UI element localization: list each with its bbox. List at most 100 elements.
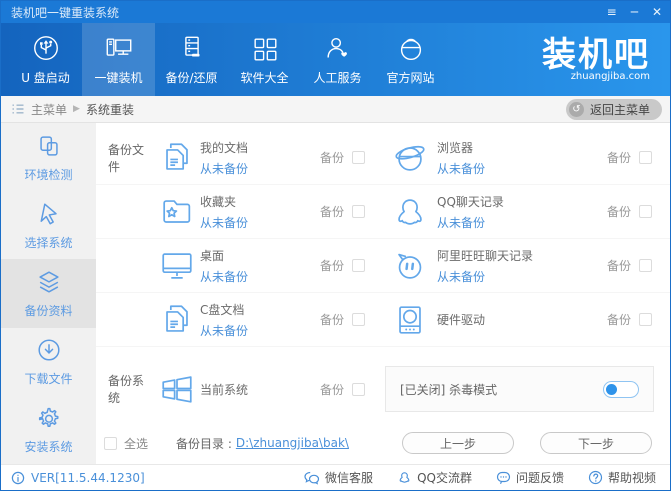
backup-cell-my-documents: 备份文件 我的文档 从未备份 备份 [96, 131, 383, 185]
qq-group-icon [397, 470, 412, 485]
backup-checkbox[interactable] [352, 382, 365, 396]
sidebar-item-install-system[interactable]: 安装系统 [1, 396, 96, 464]
qq-group-link[interactable]: QQ交流群 [397, 469, 472, 486]
windows-icon [154, 370, 200, 408]
backup-status-link[interactable]: 从未备份 [437, 160, 607, 177]
sidebar-label: 下载文件 [24, 372, 73, 387]
header-nav: U 盘启动 一键装机 备份/还原 软件大全 人工服务 官方网站 装机吧 zhua… [1, 23, 670, 96]
sidebar-item-backup-data[interactable]: 备份资料 [1, 259, 96, 328]
backup-label: 备份 [319, 259, 344, 273]
backup-checkbox[interactable] [352, 151, 365, 164]
backup-dir-label: 备份目录 : [176, 436, 232, 451]
breadcrumb: 主菜单 ▶ 系统重装 ↺ 返回主菜单 [1, 96, 670, 123]
nav-item-website[interactable]: 官方网站 [374, 23, 447, 96]
backup-checkbox[interactable] [639, 151, 652, 164]
item-name: 收藏夹 [200, 194, 237, 209]
statusbar: VER[11.5.44.1230] 微信客服 QQ交流群 问题反馈 帮助视频 [1, 464, 670, 490]
nav-item-one-click-install[interactable]: 一键装机 [82, 23, 155, 96]
qq-icon [383, 193, 437, 231]
backup-status-link[interactable]: 从未备份 [437, 268, 607, 285]
nav-label: 官方网站 [386, 70, 435, 85]
nav-item-backup-restore[interactable]: 备份/还原 [155, 23, 228, 96]
body: 环境检测 选择系统 备份资料 下载文件 安装系统 备份文件 我的文档 从未备份 … [1, 123, 670, 464]
hardware-drive-icon [383, 301, 437, 339]
sidebar: 环境检测 选择系统 备份资料 下载文件 安装系统 [1, 123, 96, 464]
backup-checkbox[interactable] [352, 313, 365, 326]
version-text: VER[11.5.44.1230] [31, 470, 145, 485]
info-icon [11, 471, 25, 485]
sidebar-item-download-files[interactable]: 下载文件 [1, 328, 96, 396]
select-system-icon [35, 200, 63, 228]
item-name: 我的文档 [200, 140, 249, 155]
help-icon [588, 470, 603, 485]
sidebar-item-select-system[interactable]: 选择系统 [1, 191, 96, 259]
desktop-monitor-icon [154, 247, 200, 285]
backup-checkbox[interactable] [639, 313, 652, 326]
antivirus-toggle[interactable] [603, 380, 639, 398]
select-all-checkbox[interactable] [104, 436, 117, 450]
backup-cell-desktop: 桌面 从未备份 备份 [96, 239, 383, 293]
backup-label: 备份 [319, 205, 344, 219]
footer-link-label: 帮助视频 [607, 471, 656, 485]
brand-text: 装机吧 [542, 35, 650, 75]
menu-icon[interactable]: ≡ [607, 5, 617, 19]
minimize-icon[interactable]: ─ [631, 5, 638, 19]
backup-checkbox[interactable] [352, 205, 365, 218]
wechat-support-link[interactable]: 微信客服 [304, 469, 373, 486]
feedback-link[interactable]: 问题反馈 [496, 469, 564, 486]
backup-row: 桌面 从未备份 备份 阿里旺旺聊天记录 从未备份 备份 [96, 239, 670, 293]
backup-checkbox[interactable] [639, 205, 652, 218]
sidebar-label: 备份资料 [24, 304, 73, 318]
backup-label: 备份 [606, 259, 631, 273]
main-panel: 备份文件 我的文档 从未备份 备份 浏览器 从未备份 备份 收藏夹 从未备份 备… [96, 123, 670, 464]
footer-link-label: 微信客服 [325, 471, 374, 485]
app-window: 装机吧一键重装系统 ≡ ─ ✕ U 盘启动 一键装机 备份/还原 软件大全 人工… [0, 0, 671, 491]
help-video-link[interactable]: 帮助视频 [588, 469, 656, 486]
antivirus-mode-label: [已关闭] 杀毒模式 [400, 382, 498, 397]
back-button-label: 返回主菜单 [589, 102, 650, 117]
item-name: 当前系统 [200, 382, 249, 397]
breadcrumb-root[interactable]: 主菜单 [31, 101, 67, 118]
backup-label: 备份 [319, 151, 344, 165]
antivirus-cell: [已关闭] 杀毒模式 [383, 357, 670, 421]
next-step-button[interactable]: 下一步 [540, 432, 652, 454]
backup-status-link[interactable]: 从未备份 [437, 214, 607, 231]
sidebar-item-environment-check[interactable]: 环境检测 [1, 123, 96, 191]
backup-checkbox[interactable] [639, 259, 652, 272]
return-main-menu-button[interactable]: ↺ 返回主菜单 [565, 98, 662, 120]
documents-icon [154, 301, 200, 339]
item-name: 硬件驱动 [437, 313, 486, 327]
bottom-bar: 全选 备份目录 : D:\zhuangjiba\bak\ 上一步 下一步 [96, 421, 670, 465]
backup-cell-hardware-drivers: 硬件驱动 备份 [383, 293, 670, 347]
window-title: 装机吧一键重装系统 [11, 5, 120, 20]
wangwang-icon [383, 247, 437, 285]
previous-step-button[interactable]: 上一步 [402, 432, 514, 454]
backup-row: C盘文档 从未备份 备份 硬件驱动 备份 [96, 293, 670, 347]
backup-label: 备份 [319, 382, 344, 397]
nav-label: U 盘启动 [21, 70, 70, 85]
environment-check-icon [35, 132, 63, 160]
back-arrow-icon: ↺ [568, 101, 584, 117]
support-person-icon [323, 34, 353, 64]
nav-item-usb-boot[interactable]: U 盘启动 [9, 23, 82, 96]
backup-row: 备份文件 我的文档 从未备份 备份 浏览器 从未备份 备份 [96, 131, 670, 185]
sidebar-label: 选择系统 [24, 235, 73, 250]
backup-label: 备份 [606, 313, 631, 327]
close-icon[interactable]: ✕ [652, 5, 662, 19]
backup-status-link[interactable]: 从未备份 [200, 268, 320, 285]
nav-item-software[interactable]: 软件大全 [228, 23, 301, 96]
wechat-icon [304, 470, 320, 485]
backup-status-link[interactable]: 从未备份 [200, 160, 320, 177]
brand-domain: zhuangjiba.com [570, 71, 650, 82]
backup-dir-link[interactable]: D:\zhuangjiba\bak\ [236, 436, 349, 450]
toggle-knob-icon [606, 383, 617, 395]
select-all-label: 全选 [124, 436, 149, 451]
backup-checkbox[interactable] [352, 259, 365, 272]
nav-item-support[interactable]: 人工服务 [301, 23, 374, 96]
backup-status-link[interactable]: 从未备份 [200, 322, 320, 339]
backup-status-link[interactable]: 从未备份 [200, 214, 320, 231]
nav-label: 人工服务 [313, 70, 362, 85]
backup-cell-browser: 浏览器 从未备份 备份 [383, 131, 670, 185]
sidebar-label: 安装系统 [24, 440, 73, 455]
backup-cell-qq-history: QQ聊天记录 从未备份 备份 [383, 185, 670, 239]
